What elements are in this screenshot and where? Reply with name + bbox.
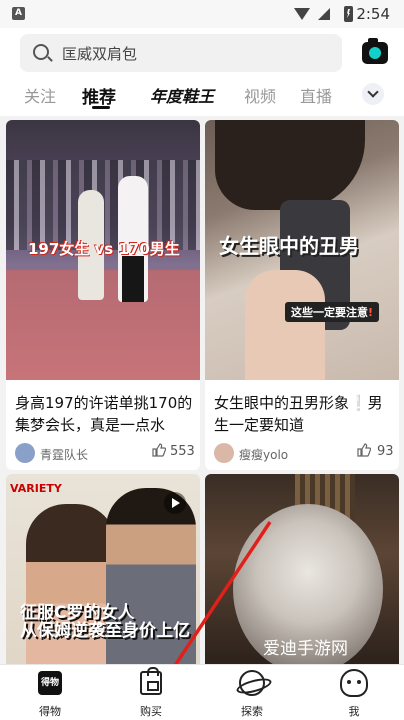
like-count: 553 [170, 444, 195, 459]
card-image: 女生眼中的丑男 这些一定要注意! [205, 120, 399, 380]
nav-label: 我 [348, 705, 360, 718]
card-title: 女生眼中的丑男形象❕男生一定要知道 [214, 394, 383, 434]
nav-item-me[interactable]: 我 [324, 665, 384, 720]
image-caption: 女生眼中的丑男 [219, 234, 359, 258]
card-author[interactable]: 瘦瘦yolo [239, 446, 288, 463]
feed-card[interactable]: 女生眼中的丑男 这些一定要注意! 女生眼中的丑男形象❕男生一定要知道 瘦瘦yol… [205, 120, 399, 470]
tab-video[interactable]: 视频 [244, 83, 276, 107]
image-tag: 这些一定要注意! [285, 302, 380, 322]
nav-label: 得物 [39, 705, 61, 718]
nav-item-dewu[interactable]: 得物 得物 [20, 665, 80, 720]
tab-recommend[interactable]: 推荐 [82, 83, 116, 108]
search-icon [33, 44, 49, 60]
feed: 197女生 vs 170男生 身高197的许诺单挑170的集梦会长，真是一点水 … [0, 116, 404, 664]
nav-item-buy[interactable]: 购买 [121, 665, 181, 720]
bottom-nav: 得物 得物 购买 探索 我 [0, 664, 404, 720]
signal-icon [318, 8, 330, 20]
nav-item-explore[interactable]: 探索 [222, 665, 282, 720]
active-tab-indicator [92, 106, 110, 109]
header: 匡威双肩包 关注 推荐 年度鞋王 视频 直播 [0, 28, 404, 116]
play-icon [164, 492, 186, 514]
thumbs-up-icon[interactable] [357, 443, 371, 457]
avatar[interactable] [15, 443, 35, 463]
card-image: 爱迪手游网 [205, 474, 399, 664]
image-caption: 197女生 vs 170男生 [28, 240, 180, 258]
dewu-logo-icon: 得物 [38, 671, 62, 695]
search-placeholder: 匡威双肩包 [62, 45, 138, 63]
status-time: 2:54 [356, 5, 390, 23]
card-title: 身高197的许诺单挑170的集梦会长，真是一点水 [15, 394, 193, 434]
feed-card[interactable]: 爱迪手游网 [205, 474, 399, 664]
camera-icon[interactable] [362, 38, 388, 64]
watermark: 爱迪手游网 [263, 639, 348, 659]
card-author[interactable]: 青霆队长 [40, 446, 88, 463]
nav-label: 探索 [241, 705, 263, 718]
category-tabs: 关注 推荐 年度鞋王 视频 直播 [0, 80, 404, 114]
thumbs-up-icon[interactable] [152, 443, 166, 457]
feed-card[interactable]: 197女生 vs 170男生 身高197的许诺单挑170的集梦会长，真是一点水 … [6, 120, 200, 470]
card-image: 197女生 vs 170男生 [6, 120, 200, 380]
tab-shoe-king[interactable]: 年度鞋王 [150, 83, 214, 107]
search-bar[interactable]: 匡威双肩包 [20, 34, 342, 72]
planet-icon [239, 670, 265, 696]
shopping-bag-icon [140, 667, 162, 695]
app-notification-icon: A [12, 7, 25, 20]
card-image: VARIETY 征服C罗的女人 从保姆逆袭至身价上亿 [6, 474, 200, 664]
avatar[interactable] [214, 443, 234, 463]
feed-card[interactable]: VARIETY 征服C罗的女人 从保姆逆袭至身价上亿 [6, 474, 200, 664]
wifi-icon [294, 8, 310, 20]
image-caption: 征服C罗的女人 从保姆逆袭至身价上亿 [20, 603, 190, 641]
nav-label: 购买 [140, 705, 162, 718]
battery-icon [344, 6, 353, 22]
status-bar: A 2:54 [0, 0, 404, 28]
like-count: 93 [377, 444, 394, 459]
profile-face-icon [340, 669, 368, 697]
chevron-down-icon[interactable] [362, 83, 384, 105]
tab-live[interactable]: 直播 [300, 83, 332, 107]
brand-logo: VARIETY [10, 482, 62, 495]
tab-follow[interactable]: 关注 [24, 83, 56, 107]
